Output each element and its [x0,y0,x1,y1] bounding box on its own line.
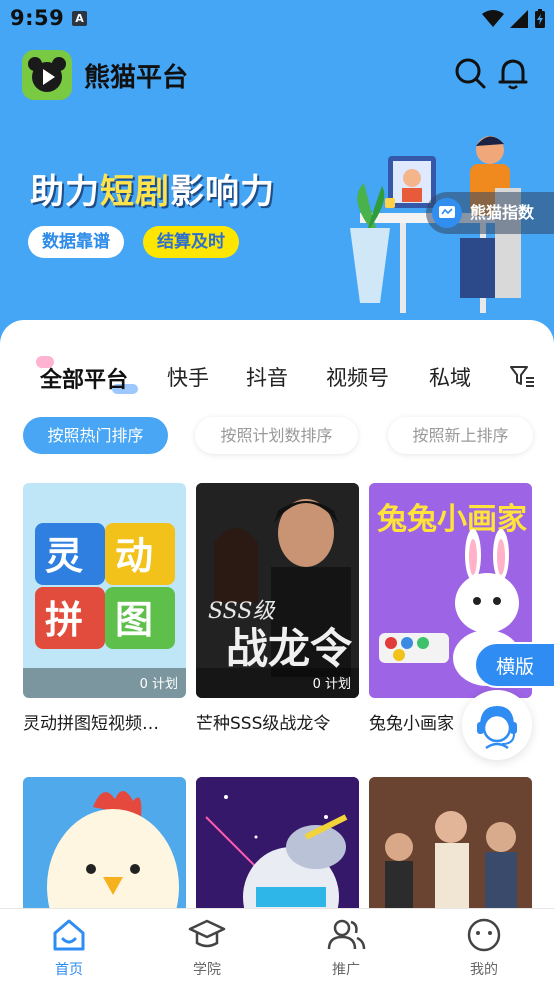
bottom-navigation: 首页 学院 推广 我的 [0,908,554,985]
sort-plan-count-button[interactable]: 按照计划数排序 [195,417,358,454]
wifi-icon [482,10,504,27]
filter-icon[interactable] [508,362,536,390]
main-content: 全部平台 快手 抖音 视频号 私域 按照热门排序 按照计划数排序 按照新上排序 … [0,320,554,908]
customer-service-button[interactable] [462,690,532,760]
app-title: 熊猫平台 [84,63,189,93]
tab-private-domain[interactable]: 私域 [429,362,471,392]
landscape-label: 横版 [496,656,535,678]
status-time: 9:59 [10,6,65,30]
slogan-highlight: 短剧 [100,172,170,212]
banner-slogan: 助力短剧影响力 [30,164,275,213]
landscape-toggle-button[interactable]: 横版 [474,642,554,688]
graduation-cap-icon [188,919,226,948]
svg-text:拼: 拼 [45,598,83,642]
nav-home-label: 首页 [55,962,83,978]
nav-mine-label: 我的 [470,962,498,978]
drama-thumbnail: SSS级 战龙令 0 计划 [196,483,359,698]
tab-douyin[interactable]: 抖音 [246,362,288,392]
svg-text:图: 图 [115,598,153,642]
sort-options: 按照热门排序 按照计划数排序 按照新上排序 [0,417,554,457]
panda-index-badge[interactable]: 熊猫指数 [426,192,554,234]
status-bar: 9:59 A [0,0,554,38]
tab-all-platforms[interactable]: 全部平台 [40,362,128,394]
drama-thumbnail [369,777,532,908]
svg-text:SSS级: SSS级 [208,599,276,624]
banner-pill-reliable-data: 数据靠谱 [28,226,124,258]
notification-icon: A [72,11,87,26]
drama-title: 灵动拼图短视频… [23,714,159,734]
nav-mine[interactable]: 我的 [444,915,524,981]
smiley-icon [467,918,501,952]
signal-icon [510,10,528,28]
battery-icon [535,9,545,28]
platform-tabs: 全部平台 快手 抖音 视频号 私域 [0,348,554,408]
tab-kuaishou[interactable]: 快手 [167,362,209,392]
svg-text:灵: 灵 [45,534,83,578]
app-header: 熊猫平台 [0,44,554,108]
banner-pill-timely-settlement: 结算及时 [143,226,239,258]
tab-channels[interactable]: 视频号 [326,362,389,392]
promo-banner[interactable]: 助力短剧影响力 数据靠谱 结算及时 熊猫指数 [0,108,554,328]
svg-text:战龙令: 战龙令 [226,624,353,673]
nav-academy-label: 学院 [193,962,221,978]
plan-count: 0 计划 [312,677,351,692]
bell-icon[interactable] [496,56,530,90]
users-icon [327,919,366,950]
nav-promote[interactable]: 推广 [306,915,386,981]
chart-message-icon [432,198,462,228]
drama-thumbnail [23,777,186,908]
home-icon [53,919,85,951]
search-icon[interactable] [453,56,487,90]
slogan-part-1: 助力 [30,172,100,212]
hero-banner-area: 9:59 A 熊猫平台 助力短剧影响力 数据靠谱 结算及时 熊猫指数 [0,0,554,345]
drama-thumbnail: 灵 动 拼 图 0 计划 [23,483,186,698]
sort-newest-button[interactable]: 按照新上排序 [388,417,533,454]
svg-text:动: 动 [115,534,153,578]
drama-title: 芒种SSS级战龙令 [196,714,331,734]
nav-promote-label: 推广 [332,962,360,978]
panda-index-label: 熊猫指数 [470,203,535,222]
customer-service-icon [477,706,517,750]
drama-thumbnail [196,777,359,908]
nav-academy[interactable]: 学院 [167,915,247,981]
status-icons [482,8,546,30]
nav-home[interactable]: 首页 [29,915,109,981]
sort-hot-button[interactable]: 按照热门排序 [23,417,168,454]
plan-count: 0 计划 [139,677,178,692]
panda-logo [22,50,72,100]
slogan-part-2: 影响力 [170,172,275,212]
